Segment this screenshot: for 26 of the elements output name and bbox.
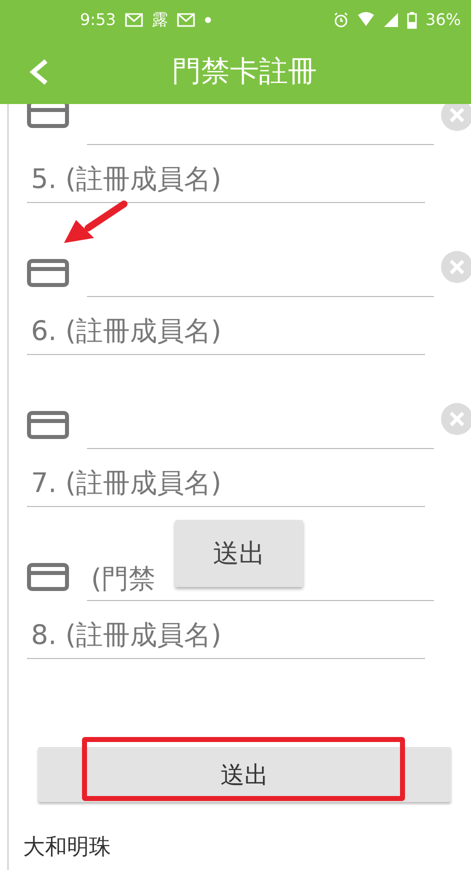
member-name-field[interactable]: 8. (註冊成員名) [27,615,425,659]
dot-icon [204,16,212,24]
annotation-arrow [64,200,128,243]
clear-icon[interactable] [441,403,471,435]
member-name-field[interactable]: 6. (註冊成員名) [27,311,425,355]
battery-level: 36% [425,12,461,28]
wifi-icon [357,12,376,28]
mail-icon [176,12,196,28]
card-icon [27,259,69,287]
status-time: 9:53 [80,12,116,28]
mail-icon [124,12,144,28]
clear-icon[interactable] [441,104,471,131]
signal-icon [383,12,400,28]
notification-icon: 露 [152,12,168,28]
submit-button[interactable]: 送出 [38,747,451,802]
floating-submit-button[interactable]: 送出 [175,520,303,587]
alarm-icon [333,12,350,28]
footer-text: 大和明珠 [23,834,112,862]
clear-icon[interactable] [441,251,471,283]
battery-icon [407,12,418,28]
card-icon [27,104,69,128]
card-icon [27,411,69,439]
member-name-field[interactable]: 5. (註冊成員名) [27,159,425,203]
page-title: 門禁卡註冊 [171,53,317,90]
member-name-field[interactable]: 7. (註冊成員名) [27,463,425,507]
card-icon [27,563,69,591]
